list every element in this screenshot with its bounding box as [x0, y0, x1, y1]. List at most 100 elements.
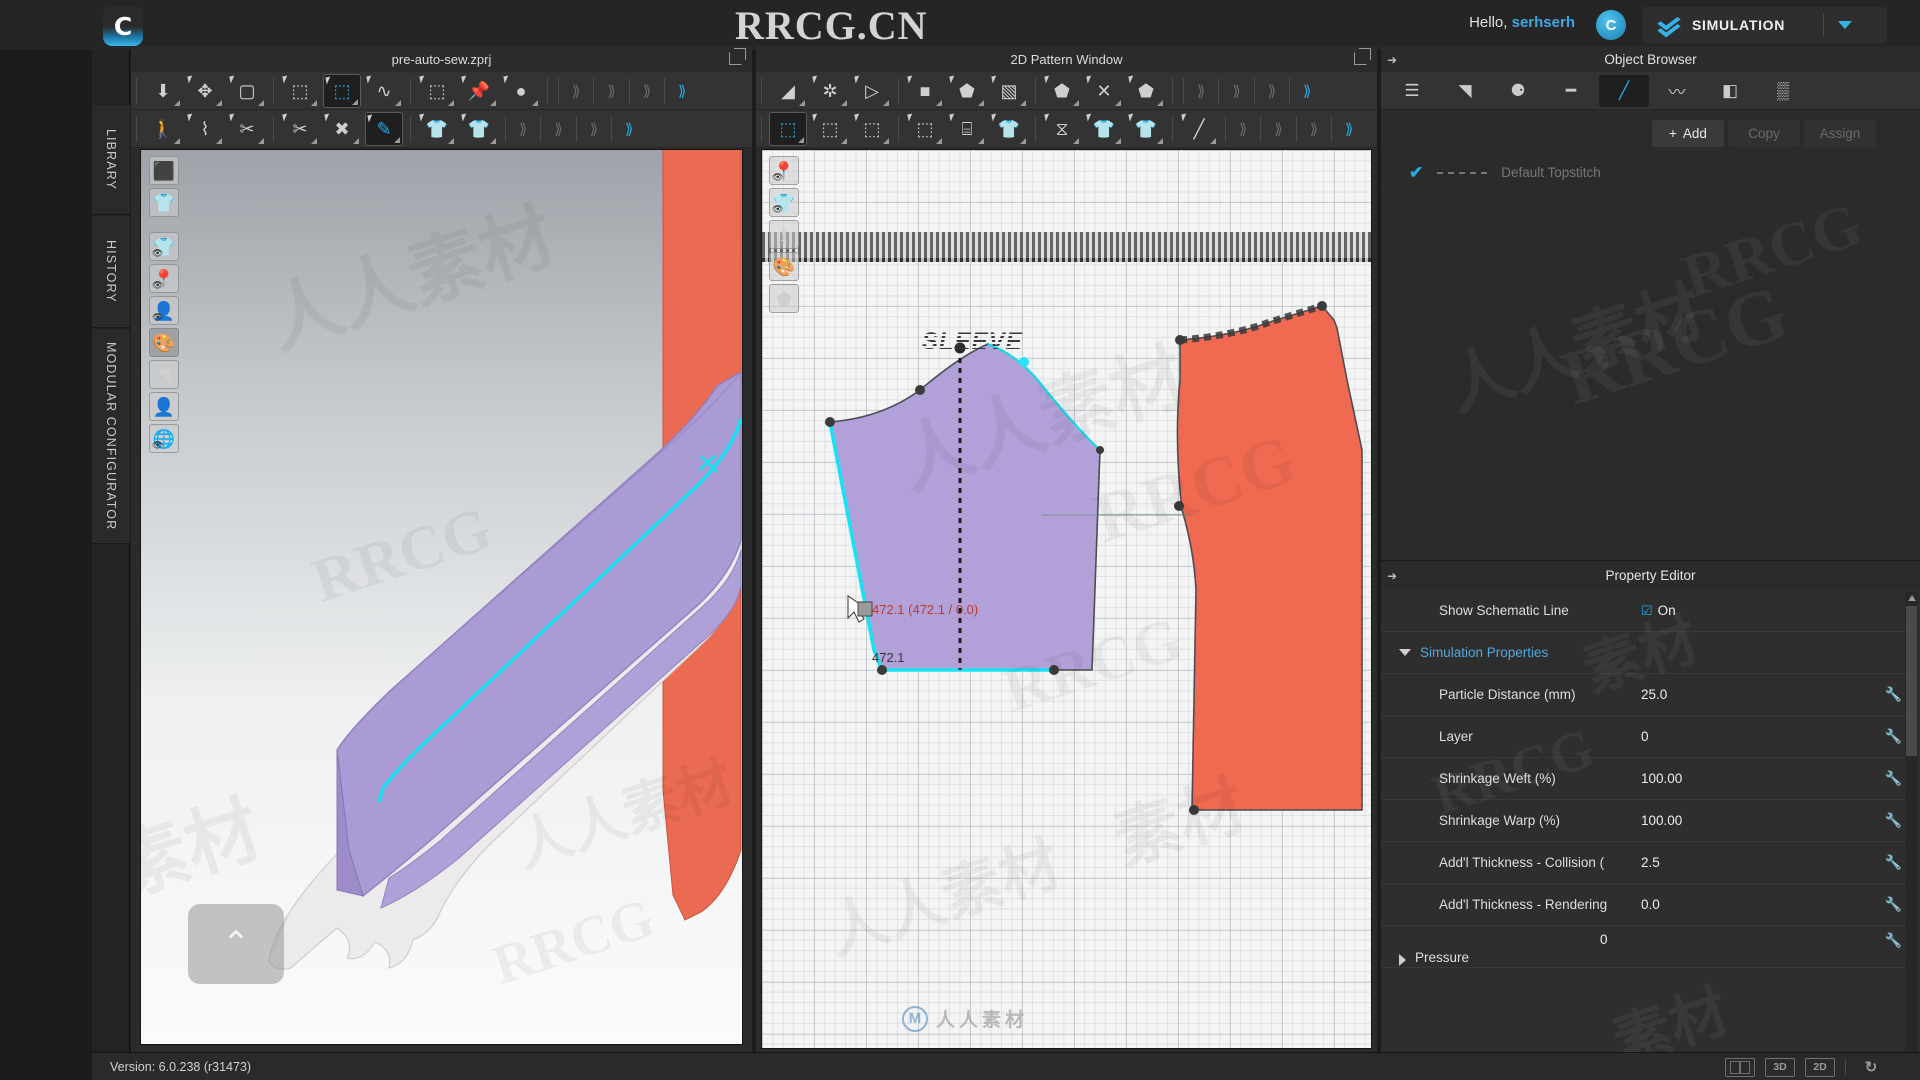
- trace-icon[interactable]: ▧: [990, 74, 1028, 108]
- toolbar-overflow-chevrons-icon[interactable]: ⟫: [511, 120, 535, 138]
- wrench-icon[interactable]: 🔧: [1885, 686, 1902, 703]
- fold-icon[interactable]: ◧: [1705, 75, 1755, 107]
- brush-tool-icon[interactable]: ✎: [365, 111, 403, 146]
- property-editor-scrollbar[interactable]: [1905, 592, 1918, 1076]
- property-row-particle-distance[interactable]: Particle Distance (mm) 25.0 🔧: [1381, 674, 1920, 716]
- show-texture-icon[interactable]: 🎨: [769, 252, 799, 281]
- show-environment-icon[interactable]: 🌐 👁: [149, 424, 179, 453]
- avatar-pose-icon[interactable]: 🚶: [144, 112, 182, 146]
- account-avatar[interactable]: C: [1596, 10, 1626, 40]
- segment-sewing-icon[interactable]: ⬚: [769, 111, 807, 146]
- texture-shirt-icon[interactable]: 👕: [990, 112, 1028, 146]
- toolbar-overflow-chevrons-icon[interactable]: ⟫: [546, 120, 570, 138]
- view-rotate-gizmo[interactable]: ⌃: [188, 904, 284, 984]
- checkmark-icon[interactable]: ✔: [1409, 163, 1423, 183]
- button-icon[interactable]: ⚈: [1493, 75, 1543, 107]
- pattern-outline-icon[interactable]: ⬟: [1127, 74, 1165, 108]
- wrench-icon[interactable]: 🔧: [1885, 770, 1902, 787]
- tack-icon[interactable]: ●: [502, 74, 540, 108]
- roll-fabric-icon[interactable]: ⧖: [1043, 112, 1081, 146]
- property-row-shrinkage-warp[interactable]: Shrinkage Warp (%) 100.00 🔧: [1381, 800, 1920, 842]
- reset-view-button[interactable]: ↻: [1856, 1058, 1886, 1077]
- transform-move-icon[interactable]: ✥: [186, 74, 224, 108]
- free-sewing-icon[interactable]: ⬚: [811, 112, 849, 146]
- property-row-layer[interactable]: Layer 0 🔧: [1381, 716, 1920, 758]
- wrench-icon[interactable]: 🔧: [1885, 932, 1902, 949]
- copy-button[interactable]: Copy: [1728, 119, 1800, 147]
- show-fabric-icon[interactable]: ◥: [149, 360, 179, 389]
- elastic-icon[interactable]: 〰: [1652, 75, 1702, 107]
- segment-sewing-icon[interactable]: ⬚: [323, 73, 361, 108]
- sidebar-item-history[interactable]: HISTORY: [92, 216, 130, 328]
- list-view-icon[interactable]: ☰: [1387, 75, 1437, 107]
- property-value[interactable]: 2.5: [1641, 855, 1885, 870]
- show-garment-toggle-icon[interactable]: 👕 👁: [149, 232, 179, 261]
- check-sewing-icon[interactable]: ⬚: [853, 112, 891, 146]
- wrench-icon[interactable]: 🔧: [1885, 728, 1902, 745]
- property-row-shrinkage-weft[interactable]: Shrinkage Weft (%) 100.00 🔧: [1381, 758, 1920, 800]
- rectangle-tool-icon[interactable]: ■: [906, 74, 944, 108]
- property-row-show-schematic-line[interactable]: Show Schematic Line ☑ On: [1381, 590, 1920, 632]
- popout-icon[interactable]: [729, 48, 746, 65]
- edit-pattern-icon[interactable]: ⬚: [281, 74, 319, 108]
- fold-arrangement-icon[interactable]: ⬚: [418, 74, 456, 108]
- edit-pattern-icon[interactable]: ◢: [769, 74, 807, 108]
- property-row-addl-thickness-collision[interactable]: Add'l Thickness - Collision ( 2.5 🔧: [1381, 842, 1920, 884]
- sidebar-item-library[interactable]: LIBRARY: [92, 105, 130, 215]
- property-value[interactable]: 0.0: [1641, 897, 1885, 912]
- topstitch-icon[interactable]: ╱: [1599, 74, 1649, 107]
- assign-button[interactable]: Assign: [1804, 119, 1876, 147]
- inner-shape-icon[interactable]: ⬟: [1043, 74, 1081, 108]
- show-texture-icon[interactable]: 🎨: [149, 328, 179, 357]
- toolbar-overflow-chevrons-icon[interactable]: ⟫: [1260, 82, 1284, 100]
- sync-box-icon[interactable]: ⬛: [149, 156, 179, 185]
- toolbar-overflow-chevrons-icon[interactable]: ⟫: [1224, 82, 1248, 100]
- show-garment-icon[interactable]: 👕: [149, 188, 179, 217]
- pin-icon[interactable]: 📌: [460, 74, 498, 108]
- property-value[interactable]: 25.0: [1641, 687, 1885, 702]
- select-box-icon[interactable]: ▢: [228, 74, 266, 108]
- toolbar-overflow-chevrons-active-icon[interactable]: ⟫: [617, 120, 641, 138]
- sync-import-icon[interactable]: ⬇: [144, 74, 182, 108]
- collapse-arrow-icon[interactable]: ➜: [1387, 53, 1397, 67]
- print-shirt-icon[interactable]: 👕: [1085, 112, 1123, 146]
- polygon-shape-icon[interactable]: ⬟: [948, 74, 986, 108]
- wrench-icon[interactable]: 🔧: [1885, 812, 1902, 829]
- fabric-icon[interactable]: ◥: [1440, 75, 1490, 107]
- graphic-icon[interactable]: ▒: [1758, 75, 1808, 107]
- print-shirt-icon[interactable]: 👕: [460, 112, 498, 146]
- sidebar-item-modular-configurator[interactable]: MODULAR CONFIGURATOR: [92, 329, 130, 544]
- 2d-pattern-viewport[interactable]: SLEEVE 472.1 (472.1 / 0.0) 472.1 📍 👁 👕 👁 ℹ…: [761, 149, 1372, 1049]
- polygon-tool-icon[interactable]: ▷: [853, 74, 891, 108]
- property-value[interactable]: 100.00: [1641, 771, 1885, 786]
- toolbar-overflow-chevrons-icon[interactable]: ⟫: [599, 82, 623, 100]
- toolbar-overflow-chevrons-icon[interactable]: ⟫: [1266, 120, 1290, 138]
- wrench-icon[interactable]: 🔧: [1885, 854, 1902, 871]
- edit-curve-point-icon[interactable]: ✲: [811, 74, 849, 108]
- property-value[interactable]: 0: [1641, 729, 1885, 744]
- toolbar-overflow-chevrons-icon[interactable]: ⟫: [1302, 120, 1326, 138]
- collapse-arrow-icon[interactable]: ➜: [1387, 569, 1397, 583]
- zipper-icon[interactable]: ⌇: [186, 112, 224, 146]
- show-pattern-icon[interactable]: ⬟: [769, 284, 799, 313]
- 3d-viewport[interactable]: ⬛ 👕 👕 👁 📍 👁 👤 👁 🎨 ◥ 👤 🌐 👁 ⌃ 人人素材 RRCG 素材 人人素…: [140, 149, 743, 1045]
- toolbar-overflow-chevrons-icon[interactable]: ⟫: [1231, 120, 1255, 138]
- scroll-up-icon[interactable]: [1908, 595, 1916, 601]
- line-tool-icon[interactable]: ╱: [1180, 112, 1218, 146]
- pin-location-icon[interactable]: ⬚: [906, 112, 944, 146]
- free-sewing-icon[interactable]: ∿: [365, 74, 403, 108]
- toolbar-overflow-chevrons-active-icon[interactable]: ⟫: [1337, 120, 1361, 138]
- toolbar-overflow-chevrons-icon[interactable]: ⟫: [1189, 82, 1213, 100]
- show-info-icon[interactable]: ℹ: [769, 220, 799, 249]
- show-pin-icon[interactable]: 📍 👁: [769, 156, 799, 185]
- wrench-icon[interactable]: 🔧: [1885, 896, 1902, 913]
- property-group-pressure[interactable]: Pressure 0 🔧: [1381, 926, 1920, 968]
- toolbar-overflow-chevrons-icon[interactable]: ⟫: [582, 120, 606, 138]
- property-value[interactable]: 0: [1600, 932, 1885, 947]
- fabric-cut-icon[interactable]: ✖: [323, 112, 361, 146]
- clo-logo[interactable]: C: [103, 6, 143, 46]
- buttonhole-icon[interactable]: ━: [1546, 75, 1596, 107]
- toolbar-overflow-chevrons-icon[interactable]: ⟫: [564, 82, 588, 100]
- trim-icon[interactable]: ✂: [281, 112, 319, 146]
- add-button[interactable]: + Add: [1652, 119, 1724, 147]
